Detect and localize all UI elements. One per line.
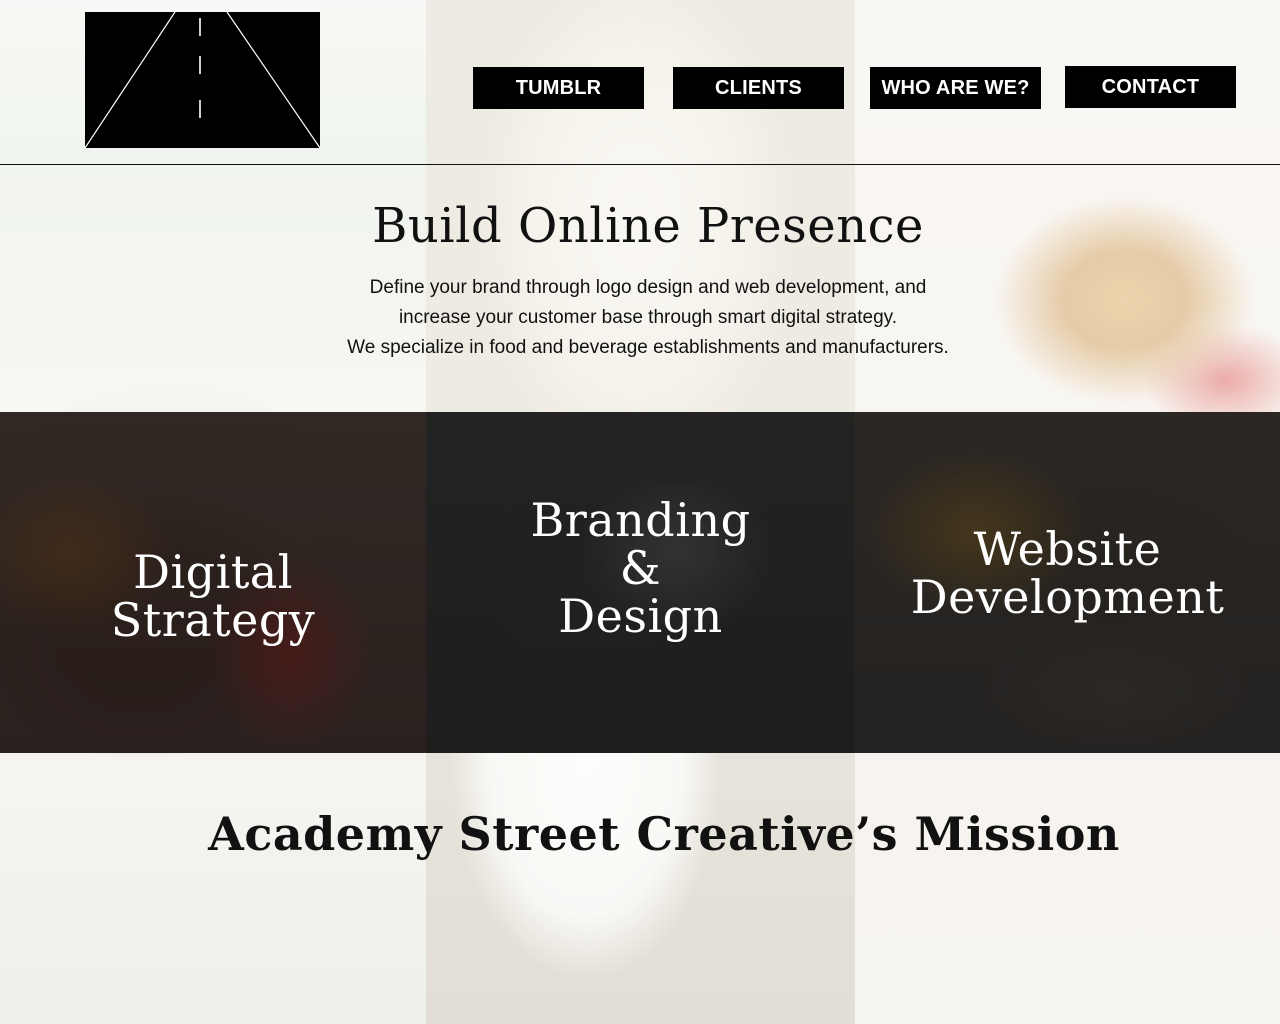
road-logo-graphic (85, 12, 320, 148)
nav-clients-button[interactable]: CLIENTS (673, 67, 844, 109)
service-label-line: Design (558, 588, 723, 643)
service-label-line: Digital (133, 544, 293, 599)
service-label-line: Development (910, 569, 1225, 624)
hero-description-line: Define your brand through logo design an… (369, 277, 927, 298)
service-label: Website Development (911, 525, 1225, 621)
service-branding-design[interactable]: Branding & Design (426, 412, 855, 753)
nav-contact-button[interactable]: CONTACT (1065, 66, 1236, 108)
road-logo-icon[interactable] (85, 12, 320, 148)
service-label: Digital Strategy (111, 548, 316, 644)
service-label-line: Website (973, 521, 1162, 576)
service-label-line: Strategy (110, 592, 316, 647)
nav-tumblr-button[interactable]: TUMBLR (473, 67, 644, 109)
service-label-line: Branding (530, 492, 751, 547)
services-band: Digital Strategy Branding & Design Websi… (0, 412, 1280, 753)
hero-title: Build Online Presence (372, 198, 924, 254)
service-digital-strategy[interactable]: Digital Strategy (0, 412, 426, 753)
service-website-development[interactable]: Website Development (855, 412, 1280, 753)
service-label: Branding & Design (530, 496, 750, 640)
service-label-line: & (619, 540, 662, 595)
hero-description-line: increase your customer base through smar… (398, 307, 898, 328)
header-divider (0, 164, 1280, 165)
nav-who-are-we-button[interactable]: WHO ARE WE? (870, 67, 1041, 109)
hero-description: Define your brand through logo design an… (0, 273, 1280, 363)
hero-description-line: We specialize in food and beverage estab… (347, 337, 949, 358)
mission-title: Academy Street Creative’s Mission (208, 807, 1120, 861)
